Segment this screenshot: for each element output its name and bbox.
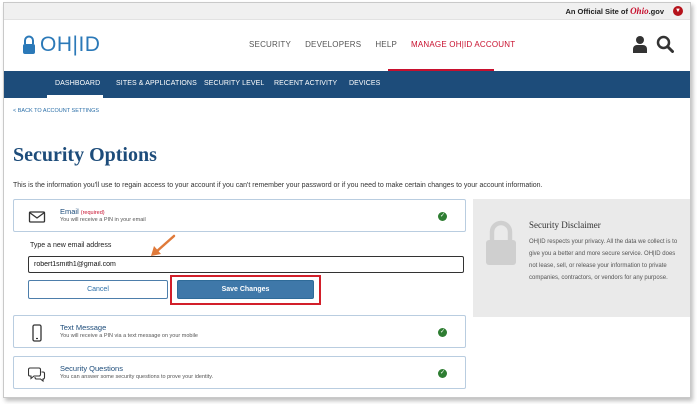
email-option-card[interactable]: Email (required) You will receive a PIN i… <box>13 199 466 232</box>
subnav-dashboard[interactable]: DASHBOARD <box>55 80 100 87</box>
search-icon[interactable] <box>656 35 674 53</box>
text-message-title: Text Message <box>60 323 107 332</box>
intro-text: This is the information you'll use to re… <box>13 182 543 189</box>
subnav-active-underline <box>47 95 103 98</box>
nav-manage-account[interactable]: MANAGE OH|ID ACCOUNT <box>411 40 515 49</box>
cancel-button[interactable]: Cancel <box>28 280 168 299</box>
official-site-suffix: .gov <box>648 7 664 16</box>
email-title-text: Email <box>60 207 79 216</box>
email-option-title: Email (required) <box>60 207 105 216</box>
annotation-arrow-icon <box>151 234 176 256</box>
site-header: OH|ID SECURITY DEVELOPERS HELP MANAGE OH… <box>4 20 690 72</box>
subnav-security-level[interactable]: SECURITY LEVEL <box>204 80 264 87</box>
subnav-devices[interactable]: DEVICES <box>349 80 380 87</box>
back-to-account-settings-link[interactable]: < BACK TO ACCOUNT SETTINGS <box>13 108 99 114</box>
check-icon: ✓ <box>438 369 447 378</box>
disclaimer-body: OH|ID respects your privacy. All the dat… <box>529 239 678 281</box>
save-changes-button[interactable]: Save Changes <box>177 280 314 299</box>
nav-help[interactable]: HELP <box>375 40 397 49</box>
account-subnav: DASHBOARD SITES & APPLICATIONS SECURITY … <box>4 71 690 98</box>
subnav-sites-applications[interactable]: SITES & APPLICATIONS <box>116 80 197 87</box>
security-questions-title: Security Questions <box>60 364 123 373</box>
security-questions-desc: You can answer some security questions t… <box>60 374 214 380</box>
chat-bubbles-icon <box>28 367 46 383</box>
text-message-desc: You will receive a PIN via a text messag… <box>60 333 198 339</box>
page-title: Security Options <box>13 144 157 166</box>
ohid-logo[interactable]: OH|ID <box>22 33 100 57</box>
security-questions-option-card[interactable]: Security Questions You can answer some s… <box>13 356 466 389</box>
lock-icon <box>486 220 516 265</box>
new-email-input[interactable] <box>28 256 464 273</box>
user-icon[interactable] <box>632 35 648 53</box>
required-badge: (required) <box>80 210 105 216</box>
browser-frame: An Official Site of Ohio.gov ▼ OH|ID SEC… <box>3 2 691 398</box>
check-icon: ✓ <box>438 328 447 337</box>
new-email-label: Type a new email address <box>30 242 112 249</box>
ohio-wordmark: Ohio <box>630 6 649 16</box>
nav-security[interactable]: SECURITY <box>249 40 291 49</box>
official-site-text[interactable]: An Official Site of Ohio.gov <box>565 6 664 16</box>
chevron-down-icon[interactable]: ▼ <box>673 6 683 16</box>
official-site-bar: An Official Site of Ohio.gov ▼ <box>4 3 690 20</box>
disclaimer-title: Security Disclaimer <box>529 220 601 230</box>
logo-text: OH|ID <box>40 33 101 56</box>
official-site-prefix: An Official Site of <box>565 7 631 16</box>
envelope-icon <box>28 211 46 223</box>
mobile-phone-icon <box>32 324 42 342</box>
text-message-option-card[interactable]: Text Message You will receive a PIN via … <box>13 315 466 348</box>
top-nav: SECURITY DEVELOPERS HELP MANAGE OH|ID AC… <box>249 40 529 49</box>
check-icon: ✓ <box>438 212 447 221</box>
nav-developers[interactable]: DEVELOPERS <box>305 40 361 49</box>
lock-icon <box>23 35 35 54</box>
subnav-recent-activity[interactable]: RECENT ACTIVITY <box>274 80 337 87</box>
security-disclaimer-panel: Security Disclaimer OH|ID respects your … <box>473 199 690 317</box>
email-option-desc: You will receive a PIN in your email <box>60 217 146 223</box>
